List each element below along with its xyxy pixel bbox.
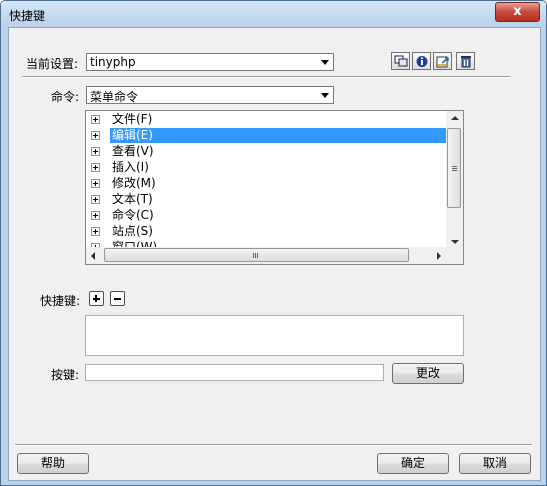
horizontal-scrollbar[interactable] (86, 247, 446, 264)
duplicate-set-icon (394, 55, 408, 67)
commands-select[interactable]: 菜单命令 (86, 86, 334, 104)
dialog-title: 快捷键 (9, 9, 46, 23)
tree-item[interactable]: 编辑(E) (86, 128, 446, 143)
current-settings-label: 当前设置: (26, 57, 79, 71)
tree-item-label: 查看(V) (112, 144, 154, 158)
commands-label: 命令: (51, 90, 80, 104)
title-bar[interactable]: 快捷键 x (1, 1, 546, 27)
commands-value: 菜单命令 (90, 90, 139, 104)
tree-item[interactable]: 查看(V) (86, 144, 446, 159)
cancel-button[interactable]: 取消 (459, 453, 531, 474)
scroll-right-icon[interactable] (437, 252, 441, 260)
expand-plus-icon[interactable] (91, 227, 100, 236)
tree-item[interactable]: 插入(I) (86, 160, 446, 175)
bottom-divider (15, 444, 532, 446)
tree-item-label: 站点(S) (112, 224, 153, 238)
expand-plus-icon[interactable] (91, 147, 100, 156)
delete-set-button[interactable] (456, 52, 475, 70)
current-settings-select[interactable]: tinyphp (86, 53, 334, 71)
tree-item-label: 编辑(E) (110, 128, 446, 143)
expand-plus-icon[interactable] (91, 195, 100, 204)
tree-item[interactable]: 文本(T) (86, 192, 446, 207)
expand-plus-icon[interactable] (91, 211, 100, 220)
current-settings-value: tinyphp (90, 55, 136, 69)
remove-shortcut-button[interactable] (110, 291, 125, 306)
ok-button[interactable]: 确定 (377, 453, 449, 474)
expand-plus-icon[interactable] (91, 179, 100, 188)
chevron-down-icon (321, 60, 329, 65)
close-icon: x (513, 4, 522, 19)
horizontal-scroll-thumb[interactable] (104, 248, 409, 262)
tree-item-label: 插入(I) (112, 160, 149, 174)
shortcuts-label: 快捷键: (40, 294, 81, 308)
expand-plus-icon[interactable] (91, 163, 100, 172)
tree-item[interactable]: 文件(F) (86, 112, 446, 127)
help-button[interactable]: 帮助 (17, 453, 89, 474)
tree-item-label: 命令(C) (112, 208, 154, 222)
scroll-up-icon[interactable] (451, 116, 459, 120)
tree-item-label: 修改(M) (112, 176, 156, 190)
tree-item[interactable]: 命令(C) (86, 208, 446, 223)
add-shortcut-button[interactable] (89, 291, 104, 306)
shortcut-list[interactable] (85, 315, 464, 356)
tree-item[interactable]: 站点(S) (86, 224, 446, 239)
keypress-input[interactable] (85, 364, 384, 381)
vertical-scrollbar[interactable] (446, 111, 463, 248)
tree-item-label: 文本(T) (112, 192, 153, 206)
tree-item-label: 文件(F) (112, 112, 153, 126)
scroll-down-icon[interactable] (451, 240, 459, 244)
scroll-left-icon[interactable] (91, 252, 95, 260)
expand-plus-icon[interactable] (91, 131, 100, 140)
chevron-down-icon (321, 93, 329, 98)
command-tree[interactable]: 文件(F) 编辑(E) 查看(V) 插入(I) 修改(M) 文本(T) 命令(C) 站点(S)… (85, 110, 464, 265)
export-set-button[interactable] (433, 52, 452, 70)
dialog-body: 当前设置: tinyphp 命令: 菜单命令 文件(F) 编辑(E) 查看(V) 插入… (8, 27, 541, 481)
top-divider (22, 76, 510, 78)
tree-item[interactable]: 修改(M) (86, 176, 446, 191)
rename-set-icon (416, 56, 428, 67)
scroll-corner (446, 247, 463, 264)
delete-set-icon (461, 56, 471, 68)
duplicate-set-button[interactable] (391, 52, 410, 70)
shortcut-dialog: 快捷键 x 当前设置: tinyphp 命令: 菜单命令 文件(F) 编辑(E)… (0, 0, 547, 486)
rename-set-button[interactable] (412, 52, 431, 70)
expand-plus-icon[interactable] (91, 115, 100, 124)
vertical-scroll-thumb[interactable] (447, 128, 461, 208)
export-set-icon (436, 56, 449, 68)
change-button[interactable]: 更改 (392, 363, 464, 384)
keypress-label: 按键: (51, 368, 80, 382)
close-button[interactable]: x (495, 2, 540, 22)
